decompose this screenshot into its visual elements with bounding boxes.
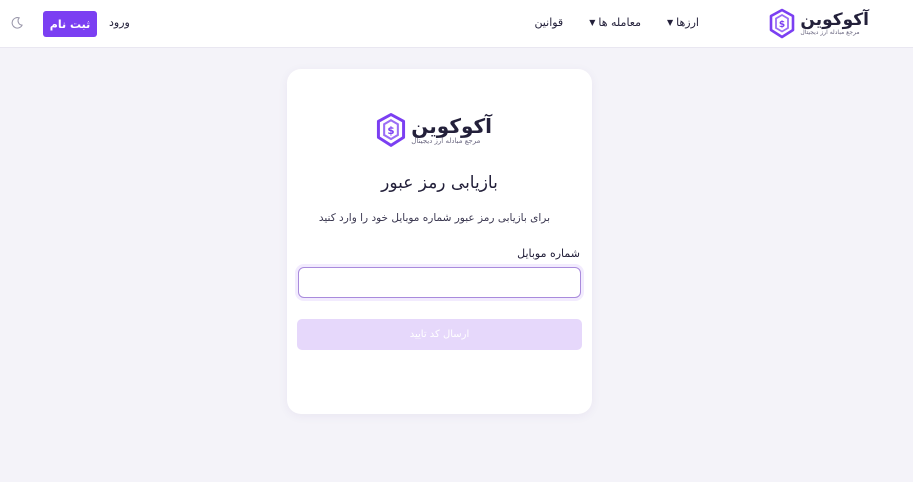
caret-down-icon: ▼ <box>589 18 596 27</box>
top-navbar: آکوکوین مرجع مبادله ارز دیجیتال $ ارزها … <box>0 0 913 48</box>
brand-tagline: مرجع مبادله ارز دیجیتال <box>411 137 481 145</box>
nav-item-rules[interactable]: قوانین <box>534 16 563 29</box>
svg-text:$: $ <box>388 125 395 137</box>
nav-label: ارزها <box>676 16 699 29</box>
svg-text:$: $ <box>779 20 785 30</box>
phone-input[interactable] <box>298 267 581 298</box>
nav-item-currencies[interactable]: ارزها ▼ <box>667 16 699 29</box>
password-recovery-card: آکوکوین مرجع مبادله ارز دیجیتال $ بازیاب… <box>287 69 592 414</box>
card-brand-logo: آکوکوین مرجع مبادله ارز دیجیتال $ <box>375 112 492 149</box>
page-title: بازیابی رمز عبور <box>381 173 498 193</box>
nav-item-trades[interactable]: معامله ها ▼ <box>589 16 641 29</box>
brand-logo[interactable]: آکوکوین مرجع مبادله ارز دیجیتال $ <box>768 7 869 41</box>
nav-label: قوانین <box>534 16 564 29</box>
signup-button[interactable]: ثبت نام <box>43 11 97 37</box>
brand-name: آکوکوین <box>800 10 869 30</box>
caret-down-icon: ▼ <box>667 18 674 27</box>
brand-tagline: مرجع مبادله ارز دیجیتال <box>800 29 860 36</box>
login-link[interactable]: ورود <box>109 16 130 29</box>
main-nav: ارزها ▼ معامله ها ▼ قوانین <box>534 16 699 29</box>
moon-icon[interactable] <box>10 16 24 30</box>
send-code-button[interactable]: ارسال کد تایید <box>297 319 582 350</box>
brand-shield-icon: $ <box>770 8 795 39</box>
instruction-text: برای بازیابی رمز عبور شماره موبایل خود ر… <box>318 212 550 224</box>
brand-shield-icon: $ <box>377 113 406 147</box>
brand-name: آکوکوین <box>411 114 492 138</box>
nav-label: معامله ها <box>598 16 641 29</box>
phone-field-label: شماره موبایل <box>517 247 580 260</box>
